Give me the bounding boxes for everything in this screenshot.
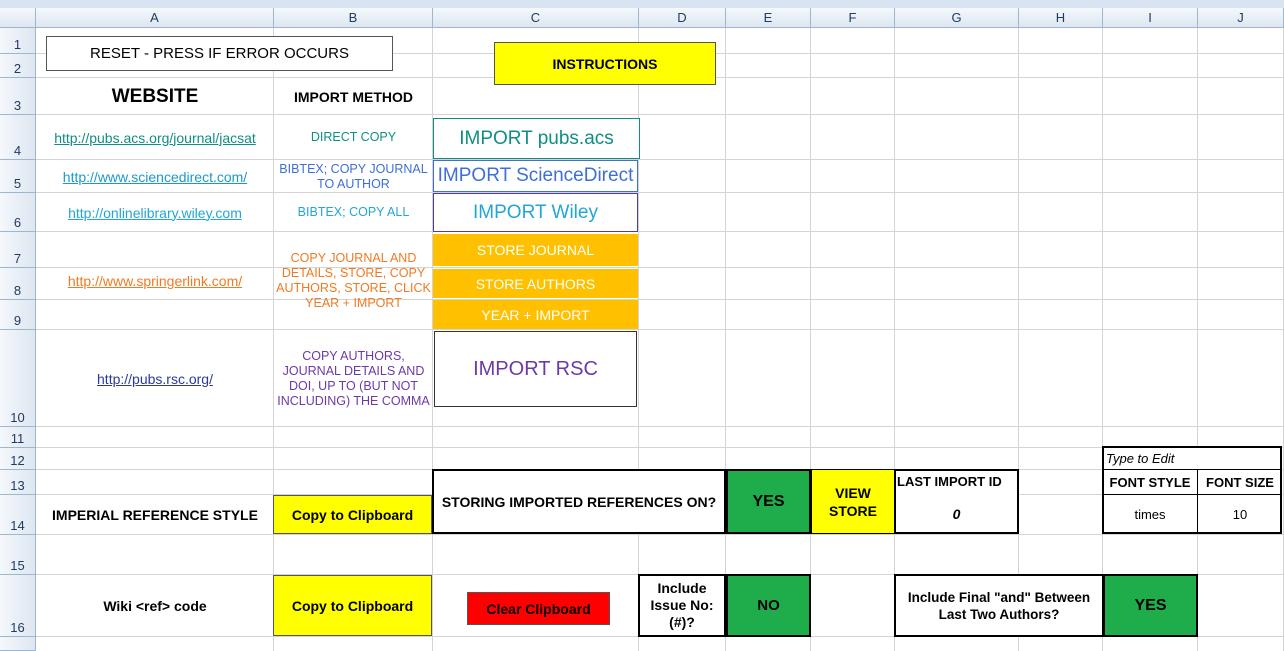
final-and-label: Include Final "and" Between Last Two Aut…	[894, 574, 1104, 637]
column-header-d[interactable]: D	[639, 8, 726, 28]
springer-link[interactable]: http://www.springerlink.com/	[36, 232, 274, 330]
import-sciencedirect-button[interactable]: IMPORT ScienceDirect	[433, 160, 638, 192]
import-method-header: IMPORT METHOD	[294, 88, 413, 105]
instructions-button[interactable]: INSTRUCTIONS	[494, 42, 716, 85]
row-header-3[interactable]: 3	[0, 78, 36, 115]
sciencedirect-link[interactable]: http://www.sciencedirect.com/	[36, 160, 274, 193]
springer-method: COPY JOURNAL AND DETAILS, STORE, COPY AU…	[276, 251, 431, 310]
row-header-8[interactable]: 8	[0, 268, 36, 300]
column-header-c[interactable]: C	[433, 8, 639, 28]
last-import-label: LAST IMPORT ID	[897, 474, 1002, 489]
row-header-4[interactable]: 4	[0, 115, 36, 160]
year-import-button[interactable]: YEAR + IMPORT	[433, 300, 638, 329]
wiki-ref-label: Wiki <ref> code	[103, 598, 207, 614]
column-header-i[interactable]: I	[1103, 8, 1198, 28]
imperial-style-label: IMPERIAL REFERENCE STYLE	[52, 507, 258, 523]
column-header-e[interactable]: E	[726, 8, 811, 28]
import-rsc-button[interactable]: IMPORT RSC	[434, 331, 637, 407]
rsc-method: COPY AUTHORS, JOURNAL DETAILS AND DOI, U…	[277, 348, 430, 408]
row-header-16[interactable]: 16	[0, 575, 36, 637]
import-wiley-button[interactable]: IMPORT Wiley	[433, 193, 638, 232]
gridline	[1018, 28, 1019, 651]
column-header-j[interactable]: J	[1198, 8, 1284, 28]
store-journal-button[interactable]: STORE JOURNAL	[433, 234, 638, 266]
reset-button[interactable]: RESET - PRESS IF ERROR OCCURS	[46, 36, 393, 71]
row-header-1[interactable]: 1	[0, 28, 36, 54]
row-header-2[interactable]: 2	[0, 54, 36, 78]
gridline	[810, 28, 811, 651]
last-import-value: 0	[952, 506, 961, 522]
row-header-6[interactable]: 6	[0, 193, 36, 232]
view-store-button[interactable]: VIEW STORE	[811, 469, 895, 534]
acs-link[interactable]: http://pubs.acs.org/journal/jacsat	[36, 115, 274, 160]
row-header-7[interactable]: 7	[0, 232, 36, 268]
row-header-12[interactable]: 12	[0, 448, 36, 470]
row-header-11[interactable]: 11	[0, 427, 36, 448]
font-settings-hint: Type to Edit	[1106, 451, 1175, 466]
row-header-14[interactable]: 14	[0, 495, 36, 535]
gridline	[1102, 28, 1103, 651]
row-header-10[interactable]: 10	[0, 330, 36, 427]
store-authors-button[interactable]: STORE AUTHORS	[433, 269, 638, 298]
issue-toggle[interactable]: NO	[726, 574, 811, 637]
gridline	[725, 28, 726, 651]
row-header-13[interactable]: 13	[0, 470, 36, 495]
column-header-a[interactable]: A	[36, 8, 274, 28]
font-size-label: FONT SIZE	[1206, 474, 1274, 490]
gridline	[36, 447, 1284, 448]
final-and-toggle[interactable]: YES	[1103, 574, 1198, 637]
acs-method: DIRECT COPY	[310, 130, 397, 144]
clear-clipboard-button[interactable]: Clear Clipboard	[467, 592, 610, 625]
font-style-field[interactable]: times	[1103, 495, 1197, 534]
wiley-link[interactable]: http://onlinelibrary.wiley.com	[36, 193, 274, 232]
column-header-g[interactable]: G	[895, 8, 1019, 28]
gridline	[894, 28, 895, 651]
website-header: WEBSITE	[111, 85, 199, 107]
column-header-b[interactable]: B	[274, 8, 433, 28]
sciencedirect-method: BIBTEX; COPY JOURNAL TO AUTHOR	[279, 161, 428, 191]
gridline	[1197, 28, 1198, 651]
imperial-copy-button[interactable]: Copy to Clipboard	[273, 495, 432, 534]
sheet-top-bar	[0, 0, 1284, 8]
font-style-label: FONT STYLE	[1109, 474, 1191, 490]
row-header-15[interactable]: 15	[0, 535, 36, 575]
import-acs-button[interactable]: IMPORT pubs.acs	[433, 118, 640, 159]
select-all-corner[interactable]	[0, 8, 36, 28]
column-header-f[interactable]: F	[811, 8, 895, 28]
wiki-copy-button[interactable]: Copy to Clipboard	[273, 575, 432, 636]
issue-label: Include Issue No: (#)?	[638, 574, 726, 637]
rsc-link[interactable]: http://pubs.rsc.org/	[36, 330, 274, 427]
row-header-17[interactable]	[0, 637, 36, 651]
wiley-method: BIBTEX; COPY ALL	[297, 205, 410, 219]
storing-label: STORING IMPORTED REFERENCES ON?	[432, 469, 726, 534]
font-size-field[interactable]: 10	[1198, 495, 1282, 534]
storing-toggle[interactable]: YES	[726, 469, 811, 534]
row-header-9[interactable]: 9	[0, 300, 36, 330]
row-header-5[interactable]: 5	[0, 160, 36, 193]
column-header-h[interactable]: H	[1019, 8, 1103, 28]
